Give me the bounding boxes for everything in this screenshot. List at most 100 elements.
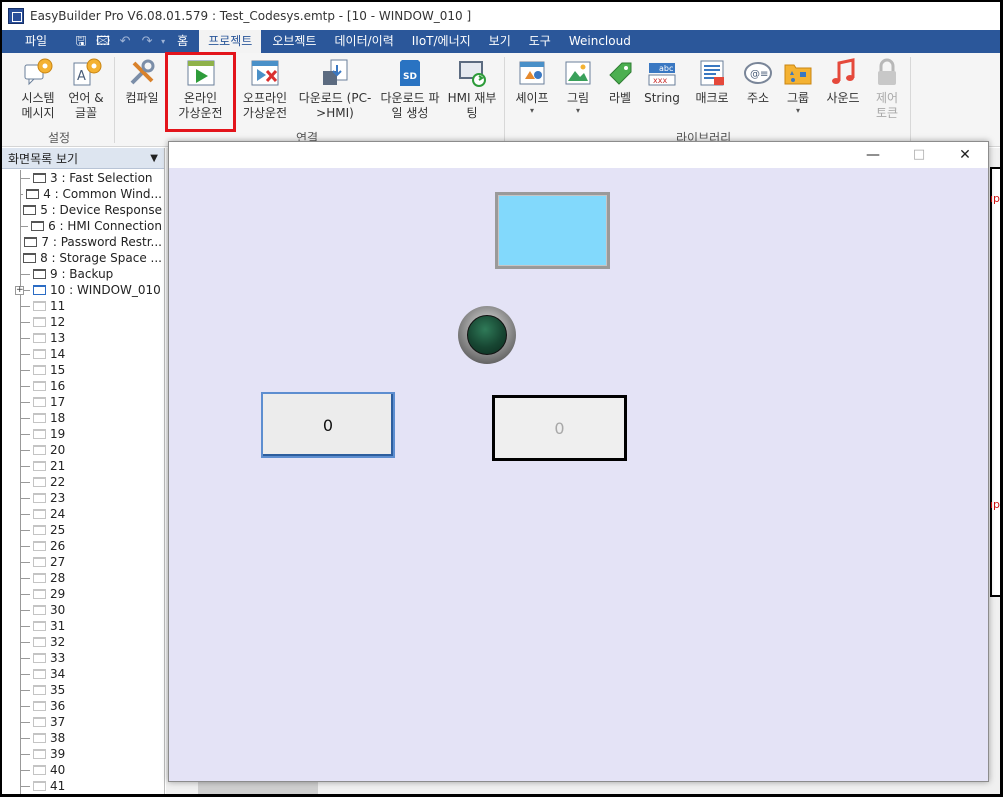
offline-simulation-label: 오프라인 가상운전 bbox=[242, 91, 288, 120]
tree-item[interactable]: 13 bbox=[2, 330, 162, 346]
menu-object[interactable]: 오브젝트 bbox=[263, 30, 325, 53]
language-font-button[interactable]: A 언어 & 글꼴 bbox=[64, 57, 108, 129]
tree-item-label: 34 bbox=[50, 667, 66, 681]
tree-item[interactable]: 6 : HMI Connection bbox=[2, 218, 162, 234]
tree-item[interactable]: 17 bbox=[2, 394, 162, 410]
tree-item-label: 11 bbox=[50, 299, 66, 313]
menu-weincloud[interactable]: Weincloud bbox=[560, 30, 640, 53]
window-tree-header[interactable]: 화면목록 보기 ▼ bbox=[2, 148, 164, 169]
tree-item[interactable]: 27 bbox=[2, 554, 162, 570]
tree-item[interactable]: 31 bbox=[2, 618, 162, 634]
tree-item[interactable]: 38 bbox=[2, 730, 162, 746]
quick-access-dropdown-icon[interactable]: ▾ bbox=[158, 30, 168, 53]
tree-item[interactable]: 3 : Fast Selection bbox=[2, 170, 162, 186]
tree-item[interactable]: 32 bbox=[2, 634, 162, 650]
tree-item[interactable]: 41 bbox=[2, 778, 162, 794]
bit-lamp[interactable] bbox=[458, 306, 516, 364]
tree-item[interactable]: 11 bbox=[2, 298, 162, 314]
tree-item[interactable]: 28 bbox=[2, 570, 162, 586]
system-message-button[interactable]: 시스템 메시지 bbox=[16, 57, 60, 129]
tree-item[interactable]: 29 bbox=[2, 586, 162, 602]
address-label: 주소 bbox=[746, 91, 770, 105]
tree-item-label: 39 bbox=[50, 747, 66, 761]
tree-item[interactable]: 37 bbox=[2, 714, 162, 730]
tree-item[interactable]: 40 bbox=[2, 762, 162, 778]
tree-item[interactable]: 33 bbox=[2, 650, 162, 666]
menu-project[interactable]: 프로젝트 bbox=[199, 30, 262, 53]
redo-icon[interactable]: ↷ bbox=[136, 30, 158, 53]
tree-branch-line bbox=[20, 353, 30, 355]
tree-item[interactable]: 35 bbox=[2, 682, 162, 698]
tree-item-label: 40 bbox=[50, 763, 66, 777]
menu-data-history[interactable]: 데이터/이력 bbox=[325, 30, 402, 53]
picture-button[interactable]: 그림 ▾ bbox=[558, 57, 598, 129]
shape-dropdown-icon[interactable]: ▾ bbox=[530, 106, 534, 116]
tree-item[interactable]: 18 bbox=[2, 410, 162, 426]
tree-item-label: 21 bbox=[50, 459, 66, 473]
tree-branch-line bbox=[20, 769, 30, 771]
tree-item[interactable]: 20 bbox=[2, 442, 162, 458]
undo-icon[interactable]: ↶ bbox=[114, 30, 136, 53]
group-dropdown-icon[interactable]: ▾ bbox=[796, 106, 800, 116]
picture-dropdown-icon[interactable]: ▾ bbox=[576, 106, 580, 116]
tree-item[interactable]: 12 bbox=[2, 314, 162, 330]
group-button[interactable]: 그룹 ▾ bbox=[780, 57, 816, 129]
window-icon bbox=[23, 253, 37, 263]
label-button[interactable]: 라벨 bbox=[600, 57, 640, 129]
sound-button[interactable]: 사운드 bbox=[820, 57, 866, 129]
tree-item[interactable]: 23 bbox=[2, 490, 162, 506]
menu-iiot-energy[interactable]: IIoT/에너지 bbox=[403, 30, 480, 53]
save-icon[interactable]: 🖫 bbox=[70, 30, 92, 53]
tree-item[interactable]: 5 : Device Response bbox=[2, 202, 162, 218]
macro-button[interactable]: 매크로 bbox=[690, 57, 734, 129]
menu-tools[interactable]: 도구 bbox=[520, 30, 560, 53]
tree-item[interactable]: 8 : Storage Space ... bbox=[2, 250, 162, 266]
download-icon bbox=[323, 59, 348, 85]
horizontal-scrollbar[interactable] bbox=[198, 782, 318, 794]
numeric-input[interactable]: 0 bbox=[261, 392, 395, 458]
window-icon bbox=[33, 269, 46, 279]
tree-item-label: 7 : Password Restr... bbox=[41, 235, 162, 249]
tree-item[interactable]: 39 bbox=[2, 746, 162, 762]
menu-file[interactable]: 파일 bbox=[16, 30, 56, 53]
tree-item[interactable]: +10 : WINDOW_010 bbox=[2, 282, 162, 298]
maximize-button[interactable]: □ bbox=[896, 142, 942, 168]
tree-item[interactable]: 16 bbox=[2, 378, 162, 394]
hmi-reboot-button[interactable]: HMI 재부 팅 bbox=[444, 57, 500, 129]
tree-item[interactable]: 15 bbox=[2, 362, 162, 378]
address-icon: @≡ bbox=[744, 62, 772, 84]
chevron-down-icon[interactable]: ▼ bbox=[150, 153, 158, 164]
tree-item[interactable]: 26 bbox=[2, 538, 162, 554]
offline-simulation-button[interactable]: 오프라인 가상운전 bbox=[238, 57, 292, 129]
tree-branch-line bbox=[20, 305, 30, 307]
tree-item[interactable]: 22 bbox=[2, 474, 162, 490]
tree-item[interactable]: 4 : Common Wind... bbox=[2, 186, 162, 202]
numeric-display: 0 bbox=[492, 395, 627, 461]
download-pc-hmi-button[interactable]: 다운로드 (PC- >HMI) bbox=[296, 57, 374, 129]
tree-item[interactable]: 25 bbox=[2, 522, 162, 538]
menu-home[interactable]: 홈 bbox=[168, 30, 197, 53]
tree-item[interactable]: 36 bbox=[2, 698, 162, 714]
tree-item[interactable]: 34 bbox=[2, 666, 162, 682]
download-file-button[interactable]: SD 다운로드 파 일 생성 bbox=[376, 57, 444, 129]
tree-item[interactable]: 24 bbox=[2, 506, 162, 522]
menu-view[interactable]: 보기 bbox=[480, 30, 520, 53]
tree-branch-line bbox=[20, 513, 30, 515]
tree-item[interactable]: 21 bbox=[2, 458, 162, 474]
window-icon bbox=[33, 573, 46, 583]
tree-item[interactable]: 30 bbox=[2, 602, 162, 618]
close-button[interactable]: ✕ bbox=[942, 142, 988, 168]
tree-item[interactable]: 7 : Password Restr... bbox=[2, 234, 162, 250]
address-button[interactable]: @≡ 주소 bbox=[738, 57, 778, 129]
string-button[interactable]: abc xxx String bbox=[640, 57, 684, 129]
tree-item[interactable]: 14 bbox=[2, 346, 162, 362]
tree-item[interactable]: 9 : Backup bbox=[2, 266, 162, 282]
save-as-icon[interactable]: 🖾 bbox=[92, 30, 114, 53]
control-token-button[interactable]: 제어 토큰 bbox=[868, 57, 906, 129]
expand-icon[interactable]: + bbox=[15, 285, 24, 295]
compile-button[interactable]: 컴파일 bbox=[120, 57, 164, 129]
shape-button[interactable]: 셰이프 ▾ bbox=[510, 57, 554, 129]
online-simulation-button[interactable]: 온라인 가상운전 bbox=[165, 52, 236, 132]
tree-item[interactable]: 19 bbox=[2, 426, 162, 442]
minimize-button[interactable]: — bbox=[850, 142, 896, 168]
